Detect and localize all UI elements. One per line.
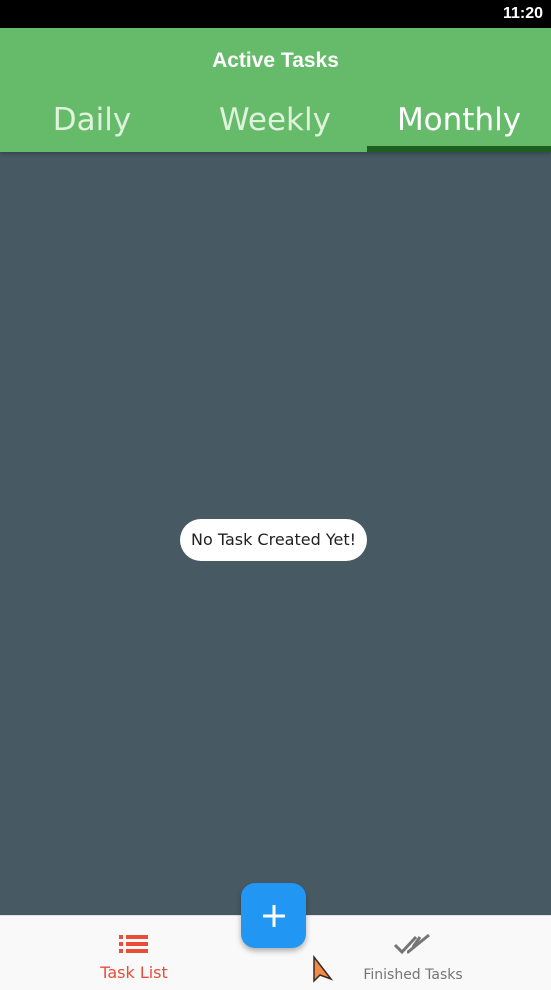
- tab-indicator: [367, 146, 551, 152]
- plus-icon: [262, 904, 285, 927]
- tab-weekly[interactable]: Weekly: [183, 98, 367, 152]
- nav-item-task-list[interactable]: Task List: [24, 916, 244, 990]
- tab-daily[interactable]: Daily: [0, 98, 184, 152]
- status-time: 11:20: [502, 5, 543, 22]
- double-check-icon: [303, 931, 523, 957]
- list-icon: [24, 931, 244, 957]
- mouse-cursor-icon: [313, 955, 334, 983]
- app-screen: 11:20 Active Tasks Daily Weekly Monthly …: [0, 0, 551, 990]
- tab-monthly[interactable]: Monthly: [367, 98, 551, 152]
- nav-label-finished-tasks: Finished Tasks: [363, 967, 463, 983]
- page-title: Active Tasks: [212, 49, 339, 72]
- add-task-button[interactable]: [241, 883, 306, 948]
- status-bar: 11:20: [0, 0, 551, 28]
- app-bar: Active Tasks Daily Weekly Monthly: [0, 28, 551, 152]
- nav-label-task-list: Task List: [100, 963, 168, 982]
- nav-item-finished-tasks[interactable]: Finished Tasks: [303, 916, 523, 990]
- empty-state-message: No Task Created Yet!: [180, 519, 367, 561]
